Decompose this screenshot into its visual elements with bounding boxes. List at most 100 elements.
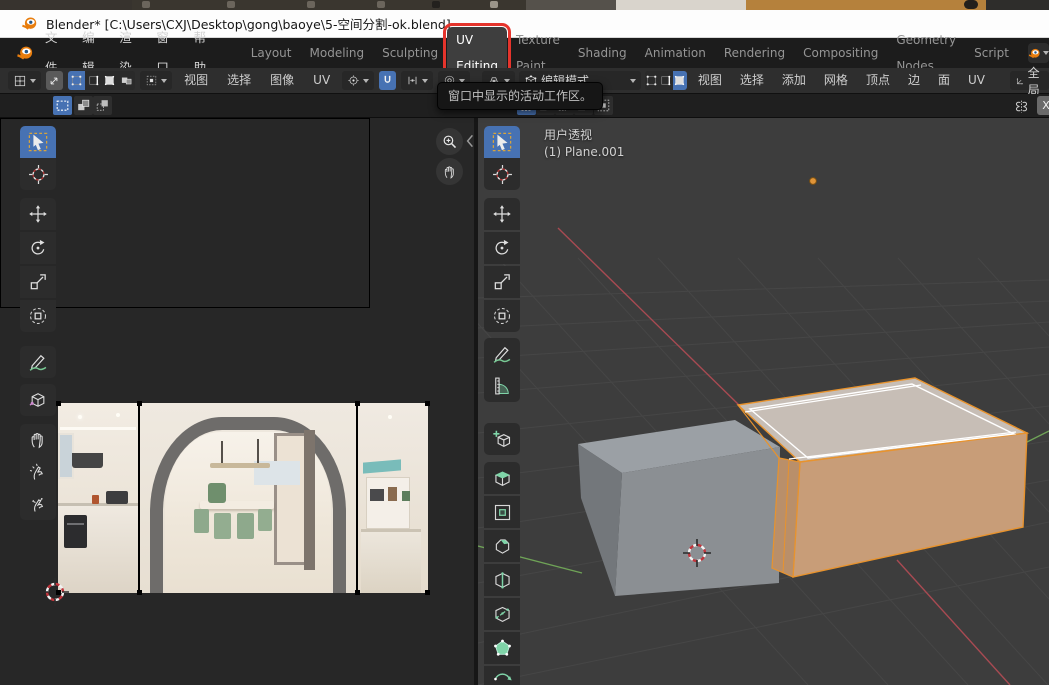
transform-icon [492, 306, 512, 326]
uv-select-op-new[interactable] [53, 96, 72, 115]
uv-tool-cursor[interactable] [20, 158, 56, 190]
vp-tool-tweak-select[interactable] [484, 126, 520, 158]
uv-menu-select[interactable]: 选择 [220, 68, 258, 93]
view-perspective-label: 用户透视 [544, 126, 592, 143]
uv-vertex[interactable] [425, 590, 430, 595]
uv-select-op-extend[interactable] [74, 96, 93, 115]
uv-tool-tweak-select[interactable] [20, 126, 56, 158]
symmetry-x-toggle[interactable]: X [1037, 96, 1049, 115]
uv-tool-transform[interactable] [20, 300, 56, 332]
mirror-butterfly-icon [1012, 97, 1031, 116]
vp-tool-rotate[interactable] [484, 232, 520, 264]
uv-vertex[interactable] [137, 401, 142, 406]
transform-orientation-dropdown[interactable]: 全局 [1010, 71, 1049, 90]
vp-tool-bevel[interactable] [484, 530, 520, 562]
3d-viewport-area[interactable]: 用户透视 (1) Plane.001 [478, 118, 1049, 685]
tab-shading[interactable]: Shading [569, 40, 636, 66]
vp-tool-knife[interactable] [484, 598, 520, 630]
tab-modeling[interactable]: Modeling [301, 40, 374, 66]
uv-tool-relax[interactable] [20, 456, 56, 488]
background-segment [132, 0, 526, 10]
tab-sculpting[interactable]: Sculpting [373, 40, 447, 66]
select-subtract-icon [95, 98, 110, 113]
uv-edge[interactable] [138, 403, 140, 593]
uv-vertex[interactable] [137, 590, 142, 595]
vp-tool-measure[interactable] [484, 370, 520, 402]
vp-menu-face[interactable]: 面 [931, 68, 957, 93]
workspace-extra-dropdown[interactable] [1028, 43, 1049, 63]
uv-select-edge-button[interactable] [85, 71, 102, 90]
vp-tool-scale[interactable] [484, 266, 520, 298]
vp-tool-annotate[interactable] [484, 338, 520, 370]
measure-ruler-icon [492, 376, 512, 396]
tab-layout[interactable]: Layout [242, 40, 301, 66]
gray-box-object[interactable] [578, 420, 780, 596]
uv-select-vertex-button[interactable] [68, 71, 85, 90]
edge-mode-icon [659, 74, 672, 87]
uv-select-face-button[interactable] [101, 71, 118, 90]
uv-snap-target-dropdown[interactable] [401, 71, 433, 90]
uv-pan-button[interactable] [436, 158, 463, 185]
uv-edge[interactable] [356, 403, 358, 593]
vp-tool-transform[interactable] [484, 300, 520, 332]
uv-snap-toggle[interactable] [379, 71, 396, 90]
vp-tool-inset-faces[interactable] [484, 496, 520, 528]
move-icon [28, 204, 48, 224]
uv-vertex[interactable] [355, 590, 360, 595]
light-origin-dot[interactable] [810, 178, 817, 185]
vp-tool-spin[interactable] [484, 666, 520, 685]
blender-menu-icon[interactable] [16, 44, 34, 62]
vp-tool-move[interactable] [484, 198, 520, 230]
editor-type-dropdown[interactable] [8, 71, 41, 90]
uv-editor-area[interactable] [0, 118, 474, 685]
mesh-select-face-button[interactable] [673, 71, 687, 90]
tab-script[interactable]: Script [965, 40, 1018, 66]
vp-tool-loop-cut[interactable] [484, 564, 520, 596]
vp-menu-add[interactable]: 添加 [775, 68, 813, 93]
uv-menu-view[interactable]: 视图 [177, 68, 215, 93]
face-mode-icon [103, 74, 116, 87]
vp-tool-poly-build[interactable] [484, 632, 520, 664]
pivot-point-icon [347, 74, 360, 87]
mesh-select-vertex-button[interactable] [645, 71, 659, 90]
select-extend-icon [76, 98, 91, 113]
vp-menu-select[interactable]: 选择 [733, 68, 771, 93]
uv-tool-annotate[interactable] [20, 346, 56, 378]
uv-sticky-selection-dropdown[interactable] [140, 71, 172, 90]
uv-tool-move[interactable] [20, 198, 56, 230]
uv-tool-grab[interactable] [20, 424, 56, 456]
uv-sync-selection-toggle[interactable] [46, 71, 63, 90]
uv-vertex[interactable] [425, 401, 430, 406]
uv-select-island-button[interactable] [118, 71, 135, 90]
uv-menu-image[interactable]: 图像 [263, 68, 301, 93]
vp-tool-add-cube[interactable] [484, 423, 520, 455]
vp-menu-uv[interactable]: UV [961, 68, 992, 93]
sidebar-collapse-chevron[interactable] [465, 133, 474, 149]
tab-rendering[interactable]: Rendering [715, 40, 794, 66]
vp-menu-mesh[interactable]: 网格 [817, 68, 855, 93]
uv-menu-uv[interactable]: UV [306, 68, 337, 93]
vp-menu-view[interactable]: 视图 [691, 68, 729, 93]
uv-vertex[interactable] [355, 401, 360, 406]
tab-compositing[interactable]: Compositing [794, 40, 887, 66]
background-segment [986, 0, 1049, 10]
background-segment [526, 0, 616, 10]
knife-icon [492, 604, 513, 625]
uv-tool-scale[interactable] [20, 266, 56, 298]
uv-tool-pinch[interactable] [20, 488, 56, 520]
vp-menu-vertex[interactable]: 顶点 [859, 68, 897, 93]
uv-tool-rip-region[interactable] [20, 384, 56, 416]
vp-tool-extrude[interactable] [484, 462, 520, 494]
select-box-icon [27, 131, 49, 153]
vp-menu-edge[interactable]: 边 [901, 68, 927, 93]
uv-tool-rotate[interactable] [20, 232, 56, 264]
uv-vertex[interactable] [56, 401, 61, 406]
spin-icon [492, 666, 513, 685]
vp-tool-cursor[interactable] [484, 158, 520, 190]
uv-zoom-button[interactable] [436, 128, 463, 155]
uv-select-op-subtract[interactable] [93, 96, 112, 115]
mesh-select-edge-button[interactable] [659, 71, 673, 90]
uv-pivot-dropdown[interactable] [342, 71, 374, 90]
tab-animation[interactable]: Animation [636, 40, 715, 66]
island-mode-icon [120, 74, 133, 87]
